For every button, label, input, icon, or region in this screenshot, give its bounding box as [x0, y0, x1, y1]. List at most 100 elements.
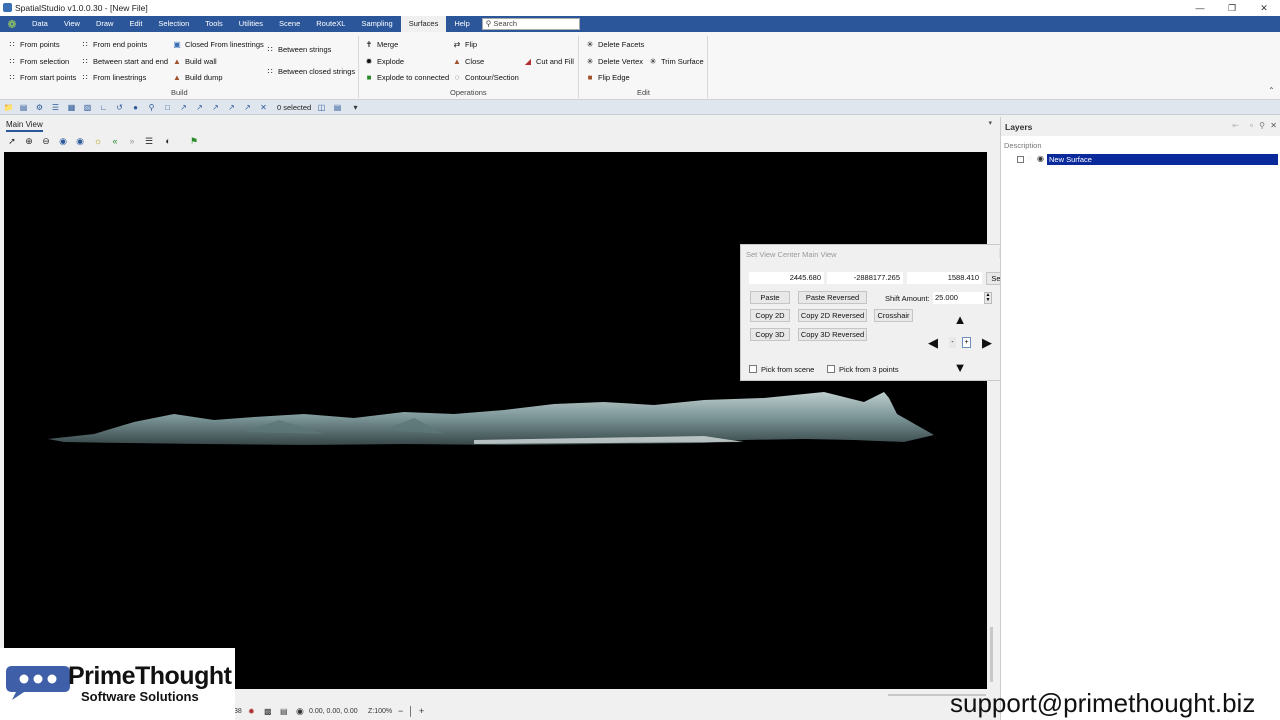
arrow-up-icon[interactable]: ▲ — [951, 310, 969, 328]
shift-spinner[interactable]: ▲ ▼ — [984, 292, 992, 304]
polyline-icon[interactable]: ↗ — [178, 102, 189, 113]
between-strings-button[interactable]: ∷ Between strings — [265, 44, 331, 54]
crosshair-button[interactable]: Crosshair — [874, 309, 913, 322]
minimize-button[interactable]: — — [1184, 0, 1216, 16]
clear-selection-icon[interactable]: ✕ — [258, 102, 269, 113]
arrow-right-icon[interactable]: ▶ — [978, 334, 996, 352]
between-closed-strings-button[interactable]: ∷ Between closed strings — [265, 66, 355, 76]
rewind-icon[interactable]: « — [109, 135, 121, 147]
menu-draw[interactable]: Draw — [88, 16, 122, 32]
explode-button[interactable]: ✹ Explode — [364, 56, 404, 66]
from-linestrings-button[interactable]: ∷ From linestrings — [80, 72, 146, 82]
pick-from-3-points-checkbox[interactable] — [827, 365, 835, 373]
dropdown-arrow-icon[interactable]: ▾ — [350, 102, 361, 113]
paste-button[interactable]: Paste — [750, 291, 790, 304]
from-end-points-button[interactable]: ∷ From end points — [80, 39, 147, 49]
list-icon[interactable]: ▤ — [332, 102, 343, 113]
palette-icon[interactable]: ◐ — [162, 135, 174, 147]
trim-surface-button[interactable]: ✳ Trim Surface — [648, 56, 704, 66]
zoom-in-icon[interactable]: ⊕ — [23, 135, 35, 147]
view-menu-icon[interactable]: ▾ — [988, 119, 992, 127]
menu-routexl[interactable]: RouteXL — [308, 16, 353, 32]
copy-2d-button[interactable]: Copy 2D — [750, 309, 790, 322]
zoom-minus-button[interactable]: − — [398, 706, 403, 716]
layer-eye-icon[interactable]: ◉ — [1037, 154, 1044, 163]
globe-view-icon[interactable]: ◉ — [57, 135, 69, 147]
menu-help[interactable]: Help — [446, 16, 477, 32]
flip-button[interactable]: ⇄ Flip — [452, 39, 477, 49]
shift-amount-input[interactable]: 25.000 — [933, 292, 984, 304]
menu-sampling[interactable]: Sampling — [353, 16, 400, 32]
flag-icon[interactable]: ⚑ — [188, 135, 200, 147]
menu-view[interactable]: View — [56, 16, 88, 32]
contour-section-button[interactable]: ◌ Contour/Section — [452, 72, 519, 82]
zoom-out-icon[interactable]: ⊖ — [40, 135, 52, 147]
panel-back-icon[interactable]: ⇤ — [1232, 121, 1239, 130]
paste-reversed-button[interactable]: Paste Reversed — [798, 291, 867, 304]
panel-close-icon[interactable]: ✕ — [1270, 121, 1277, 130]
x-coordinate-input[interactable]: 2445.680 — [749, 272, 824, 284]
zoom-in-center-button[interactable]: + — [962, 337, 971, 348]
delete-facets-button[interactable]: ✳ Delete Facets — [585, 39, 645, 49]
save-icon[interactable]: ▤ — [18, 102, 29, 113]
zoom-slider[interactable]: │ — [408, 706, 414, 716]
menu-tools[interactable]: Tools — [197, 16, 231, 32]
status-eye-icon[interactable]: ◉ — [296, 706, 304, 717]
build-wall-button[interactable]: ▲ Build wall — [172, 56, 217, 66]
collapse-ribbon-icon[interactable]: ⌃ — [1268, 86, 1275, 95]
flip-edge-button[interactable]: ■ Flip Edge — [585, 72, 630, 82]
merge-button[interactable]: ✝ Merge — [364, 39, 399, 49]
close-button[interactable]: ✕ — [1248, 0, 1280, 16]
panel-pin-icon[interactable]: ⚲ — [1259, 121, 1265, 130]
layer-visible-checkbox[interactable] — [1017, 156, 1024, 163]
z-coordinate-input[interactable]: 1588.410 — [907, 272, 982, 284]
layers-tool-icon[interactable]: ☰ — [50, 102, 61, 113]
menu-data[interactable]: Data — [24, 16, 56, 32]
arrow-down-icon[interactable]: ▼ — [951, 358, 969, 376]
open-folder-icon[interactable]: 📁 — [3, 102, 14, 113]
stack-icon[interactable]: ☰ — [143, 135, 155, 147]
status-lock-icon[interactable]: ▩ — [264, 707, 272, 716]
layer-row-new-surface[interactable]: New Surface — [1047, 154, 1278, 165]
polyline5-icon[interactable]: ↗ — [242, 102, 253, 113]
from-selection-button[interactable]: ∷ From selection — [7, 56, 69, 66]
tool-icon[interactable]: ⚙ — [34, 102, 45, 113]
pin-icon[interactable]: ⚲ — [146, 102, 157, 113]
menu-utilities[interactable]: Utilities — [231, 16, 271, 32]
copy-3d-reversed-button[interactable]: Copy 3D Reversed — [798, 328, 867, 341]
build-dump-button[interactable]: ▲ Build dump — [172, 72, 223, 82]
menu-edit[interactable]: Edit — [121, 16, 150, 32]
closed-from-linestrings-button[interactable]: ▣ Closed From linestrings — [172, 39, 264, 49]
polyline2-icon[interactable]: ↗ — [194, 102, 205, 113]
main-view-tab[interactable]: Main View — [6, 120, 43, 132]
copy-2d-reversed-button[interactable]: Copy 2D Reversed — [798, 309, 867, 322]
menu-surfaces[interactable]: Surfaces — [400, 16, 447, 32]
copy-3d-button[interactable]: Copy 3D — [750, 328, 790, 341]
map-icon[interactable]: ▦ — [66, 102, 77, 113]
between-start-end-button[interactable]: ∷ Between start and end — [80, 56, 168, 66]
sun-icon[interactable]: ☼ — [92, 135, 104, 147]
layer-lock-icon[interactable]: ◌ — [1027, 154, 1032, 163]
zoom-out-center-button[interactable]: - — [949, 337, 956, 348]
status-snap-icon[interactable]: ✹ — [248, 707, 255, 716]
pointer-icon[interactable]: ➚ — [6, 135, 18, 147]
measure-icon[interactable]: ↺ — [114, 102, 125, 113]
y-coordinate-input[interactable]: -2888177.265 — [827, 272, 903, 284]
main-3d-view[interactable] — [4, 152, 987, 689]
polyline3-icon[interactable]: ↗ — [210, 102, 221, 113]
status-doc-icon[interactable]: ▤ — [280, 707, 288, 716]
globe-icon[interactable]: ● — [130, 102, 141, 113]
image-icon[interactable]: ▧ — [82, 102, 93, 113]
arrow-left-icon[interactable]: ◀ — [924, 334, 942, 352]
zoom-plus-button[interactable]: + — [419, 706, 424, 716]
app-menu-icon[interactable]: ❁ — [0, 16, 24, 32]
box-select-icon[interactable]: □ — [162, 102, 173, 113]
vertical-scrollbar[interactable] — [988, 152, 996, 689]
search-input[interactable]: ⚲ Search — [481, 18, 580, 30]
polyline4-icon[interactable]: ↗ — [226, 102, 237, 113]
from-points-button[interactable]: ∷ From points — [7, 39, 59, 49]
forward-icon[interactable]: » — [126, 135, 138, 147]
restore-button[interactable]: ❐ — [1216, 0, 1248, 16]
cut-and-fill-button[interactable]: ◢ Cut and Fill — [523, 56, 574, 66]
menu-scene[interactable]: Scene — [271, 16, 308, 32]
